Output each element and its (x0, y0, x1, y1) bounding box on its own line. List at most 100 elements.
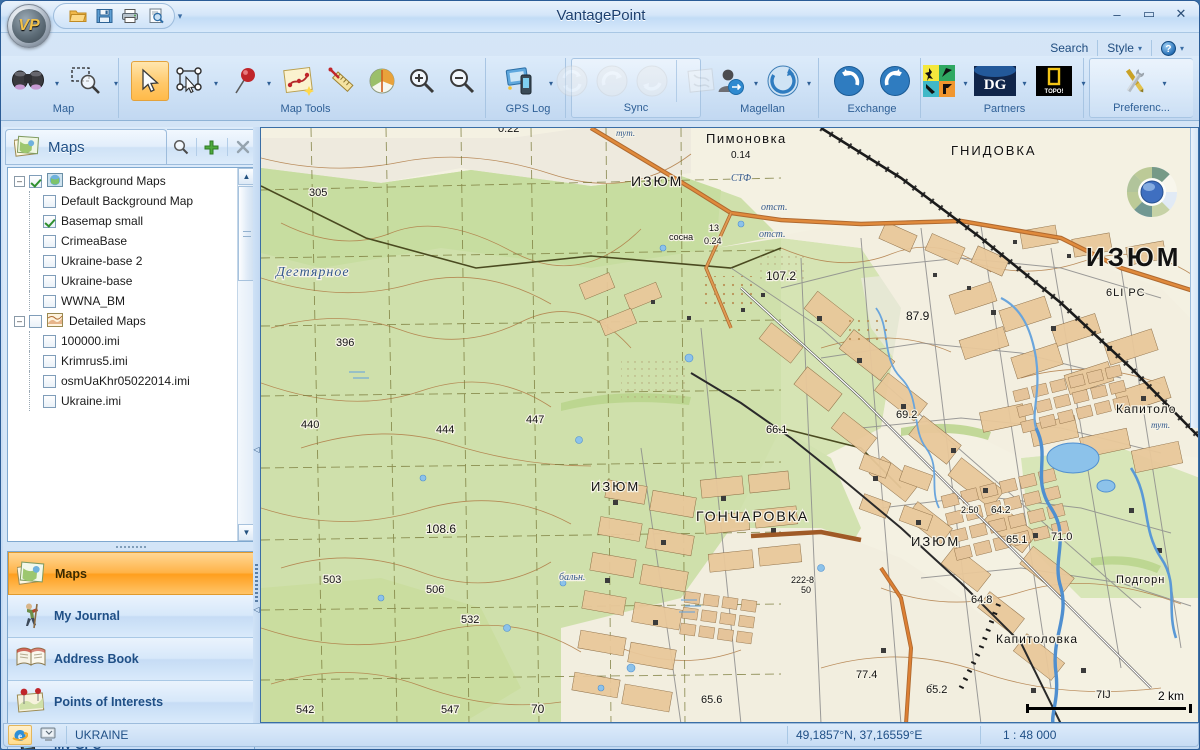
nav-item-maps[interactable]: Maps (8, 552, 254, 595)
map-label: 6LI PC (1106, 287, 1146, 299)
zoom-in-button[interactable] (403, 61, 441, 101)
close-button[interactable]: ✕ (1167, 5, 1195, 23)
chevron-down-icon[interactable]: ▾ (751, 61, 762, 101)
maps-stack-icon (13, 134, 40, 161)
quick-access-more-icon[interactable]: ▾ (173, 9, 187, 23)
tree-node[interactable]: Ukraine-base 2 (8, 251, 238, 271)
digitalglobe-button[interactable]: DG (973, 61, 1017, 101)
help-menu[interactable]: ? ▾ (1150, 40, 1193, 56)
chevron-down-icon[interactable]: ▾ (52, 61, 63, 101)
magellan-refresh-button[interactable] (764, 61, 802, 101)
receive-from-device-button[interactable] (633, 61, 671, 101)
save-icon[interactable] (94, 6, 114, 26)
chevron-down-icon[interactable]: ▾ (264, 61, 275, 101)
application-menu-button[interactable]: VP (7, 4, 51, 48)
select-tool-button[interactable] (130, 60, 169, 101)
preferences-button[interactable] (1113, 61, 1157, 101)
tree-node[interactable]: Default Background Map (8, 191, 238, 211)
tree-expander-icon[interactable]: – (14, 175, 25, 187)
maps-tree-scrollbar[interactable]: ▲ ▼ (237, 168, 255, 541)
ribbon-group-preferences: ▾ Preferenc... (1089, 58, 1193, 118)
tree-expander-icon[interactable]: – (14, 315, 25, 327)
map-label: 0.24 (704, 236, 722, 246)
add-waypoint-button[interactable] (224, 61, 262, 101)
polygon-select-button[interactable] (171, 61, 209, 101)
tree-node[interactable]: – Detailed Maps (8, 311, 238, 331)
chevron-down-icon[interactable]: ▾ (1159, 61, 1170, 101)
tree-node-checkbox[interactable] (43, 274, 56, 288)
print-preview-icon[interactable] (146, 6, 166, 26)
print-icon[interactable] (120, 6, 140, 26)
map-vertical-scrollbar[interactable] (1190, 128, 1198, 428)
nav-item-address-book[interactable]: Address Book (8, 638, 254, 681)
panel-close-button[interactable] (231, 136, 255, 158)
compass-button[interactable] (363, 61, 401, 101)
chevron-down-icon[interactable]: ▾ (804, 61, 815, 101)
tree-node[interactable]: osmUaKhr05022014.imi (8, 371, 238, 391)
tree-node-checkbox[interactable] (29, 174, 42, 188)
search-link[interactable]: Search (1041, 40, 1097, 56)
zoom-select-button[interactable] (65, 61, 109, 101)
tree-node-checkbox[interactable] (43, 354, 56, 368)
splitter-grip[interactable] (255, 564, 258, 602)
expand-arrow-icon[interactable]: ◁ (253, 605, 260, 614)
panel-map-splitter[interactable]: ◁ ◁ (253, 127, 260, 723)
map-label: сосна (669, 232, 693, 242)
chevron-down-icon[interactable]: ▾ (211, 61, 222, 101)
chevron-down-icon[interactable]: ▾ (1019, 61, 1030, 101)
panel-horizontal-splitter[interactable] (7, 543, 255, 550)
tree-node[interactable]: 100000.imi (8, 331, 238, 351)
tree-node-checkbox[interactable] (43, 374, 56, 388)
pan-navigation-rose[interactable] (1124, 164, 1180, 220)
map-label: 532 (461, 614, 479, 626)
map-label: бальн. (559, 572, 585, 583)
map-label: Капитоловка (996, 632, 1078, 646)
tree-node-checkbox[interactable] (29, 314, 42, 328)
tree-node[interactable]: Krimrus5.imi (8, 351, 238, 371)
style-menu[interactable]: Style ▾ (1097, 40, 1151, 56)
tree-node[interactable]: WWNA_BM (8, 291, 238, 311)
find-button[interactable] (6, 61, 50, 101)
map-scale-bar: 2 km (1026, 689, 1192, 713)
minimize-button[interactable]: – (1103, 5, 1131, 23)
zoom-out-button[interactable] (443, 61, 481, 101)
create-route-button[interactable] (277, 61, 321, 101)
maximize-button[interactable]: ▭ (1135, 5, 1163, 23)
topographic-map[interactable]: Пимоновка 0.14 ГНИДОВКА ИЗЮМ СТФ отст. отст. 30… (261, 128, 1199, 723)
nav-item-my-journal[interactable]: My Journal (8, 595, 254, 638)
tree-node-checkbox[interactable] (43, 254, 56, 268)
topo-button[interactable]: TOPO! (1032, 61, 1076, 101)
tree-node-checkbox[interactable] (43, 394, 56, 408)
partner-quad-button[interactable] (920, 61, 958, 101)
sync-both-button[interactable] (553, 61, 591, 101)
tree-node[interactable]: Ukraine-base (8, 271, 238, 291)
chevron-down-icon[interactable]: ▾ (960, 61, 971, 101)
collapse-arrow-icon[interactable]: ◁ (253, 445, 260, 454)
gps-log-button[interactable] (500, 61, 544, 101)
map-label: Капитоло (1116, 402, 1176, 416)
panel-search-button[interactable] (169, 136, 193, 158)
tree-node-checkbox[interactable] (43, 334, 56, 348)
tree-node-checkbox[interactable] (43, 234, 56, 248)
chevron-down-icon[interactable]: ▾ (111, 61, 122, 101)
map-viewport[interactable]: Пимоновка 0.14 ГНИДОВКА ИЗЮМ СТФ отст. отст. 30… (260, 127, 1199, 723)
nav-item-points-of-interests[interactable]: Points of Interests (8, 681, 254, 724)
send-to-device-button[interactable] (593, 61, 631, 101)
open-icon[interactable] (68, 6, 88, 26)
magellan-account-button[interactable] (711, 61, 749, 101)
tree-node[interactable]: CrimeaBase (8, 231, 238, 251)
export-button[interactable] (873, 61, 917, 101)
display-icon[interactable] (32, 724, 66, 746)
tree-node[interactable]: Ukraine.imi (8, 391, 238, 411)
internet-explorer-icon[interactable]: e (8, 725, 32, 745)
tree-node-checkbox[interactable] (43, 294, 56, 308)
import-button[interactable] (827, 61, 871, 101)
map-label: 87.9 (906, 309, 930, 323)
tree-node[interactable]: – Background Maps (8, 171, 238, 191)
panel-add-button[interactable] (200, 136, 224, 158)
tree-node-checkbox[interactable] (43, 194, 56, 208)
chevron-down-icon[interactable]: ▾ (1078, 61, 1089, 101)
tree-node[interactable]: Basemap small (8, 211, 238, 231)
measure-button[interactable] (323, 61, 361, 101)
tree-node-checkbox[interactable] (43, 214, 56, 228)
